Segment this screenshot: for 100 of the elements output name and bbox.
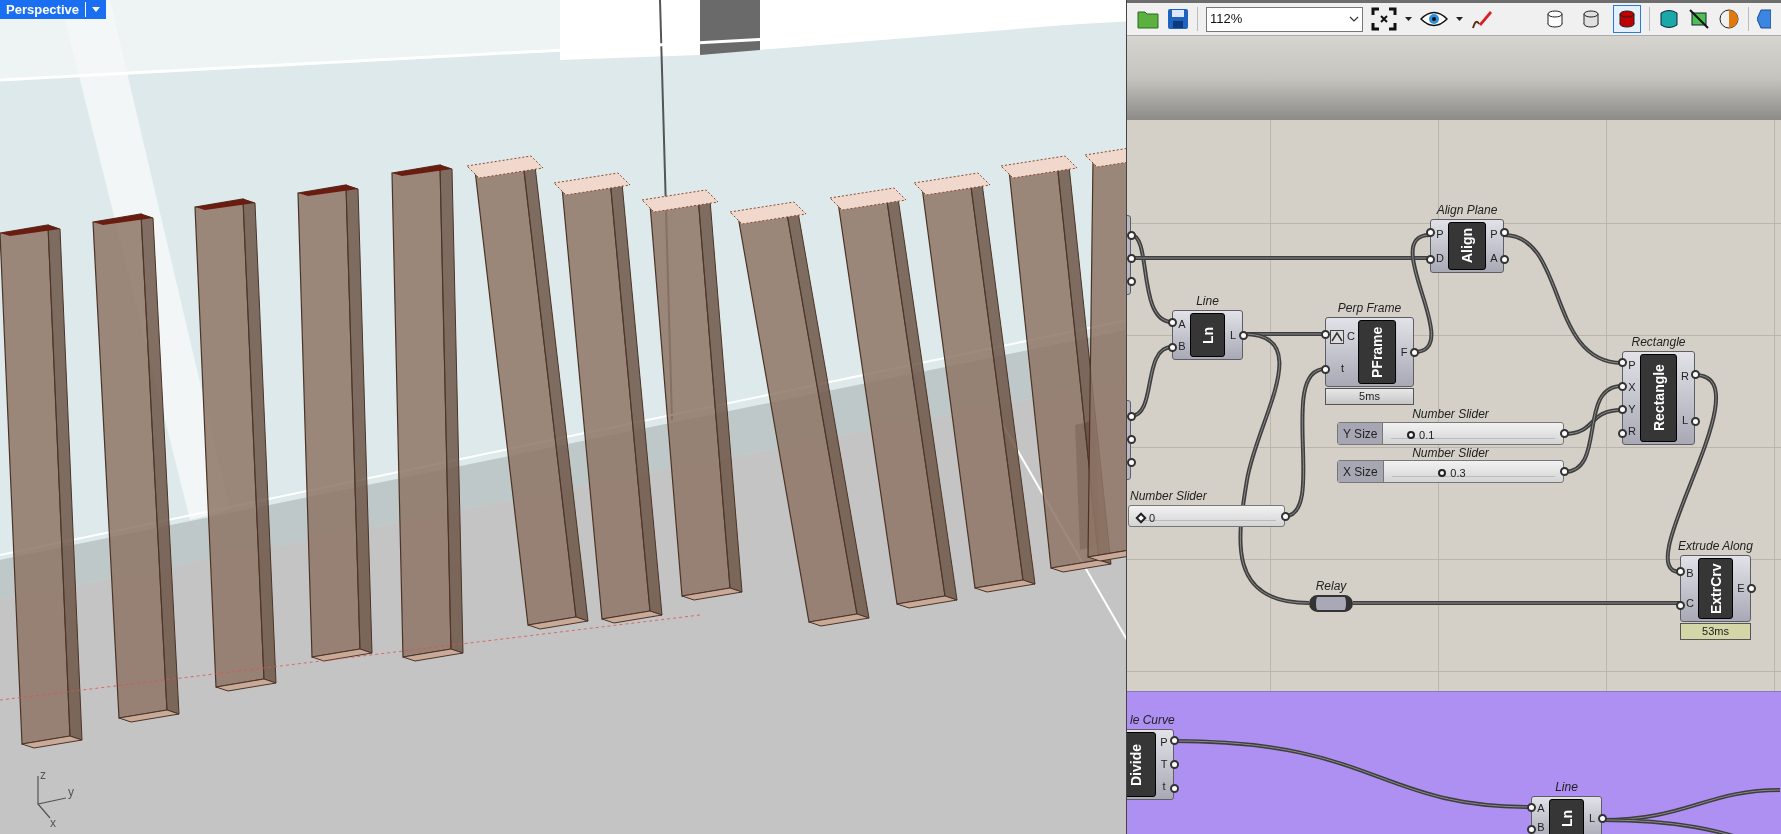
port-icon[interactable]	[1127, 411, 1136, 421]
zoom-extents-icon[interactable]	[1371, 7, 1397, 31]
output-label: F	[1400, 346, 1408, 358]
node-label: Rectangle	[1630, 335, 1687, 349]
component-node[interactable]: B C ExtrCrv E	[1680, 555, 1751, 622]
port-icon[interactable]	[1167, 343, 1177, 352]
component-node[interactable]: Divide P T t	[1127, 729, 1174, 800]
input-label: t	[1340, 363, 1344, 375]
relay-node[interactable]	[1309, 595, 1353, 612]
input-label: X	[1628, 381, 1636, 393]
node-label: Line	[1195, 294, 1220, 308]
slider-track[interactable]: 0.1	[1391, 428, 1555, 439]
output-label: L	[1588, 812, 1596, 824]
port-icon[interactable]	[1280, 511, 1290, 521]
port-icon[interactable]	[1559, 429, 1569, 438]
slider-thumb[interactable]	[1135, 512, 1147, 524]
port-icon[interactable]	[1169, 760, 1179, 769]
node-label: Extrude Along	[1677, 539, 1754, 553]
node-label: Relay	[1314, 579, 1348, 593]
node-label: Number Slider	[1130, 489, 1207, 503]
port-icon[interactable]	[1127, 276, 1136, 286]
nickname-label: Ln	[1190, 313, 1225, 357]
port-icon[interactable]	[1617, 358, 1627, 368]
node-label: Number Slider	[1411, 446, 1490, 460]
nickname-label: ExtrCrv	[1698, 558, 1733, 619]
port-icon[interactable]	[1617, 381, 1627, 391]
timing-label: 5ms	[1325, 388, 1414, 405]
input-label: P	[1436, 228, 1444, 240]
hexagon-icon[interactable]	[1757, 8, 1771, 30]
group-background[interactable]	[1127, 691, 1781, 834]
eye-icon[interactable]	[1420, 10, 1448, 28]
port-icon[interactable]	[1409, 347, 1419, 357]
port-icon[interactable]	[1238, 330, 1248, 340]
port-icon[interactable]	[1746, 584, 1756, 593]
number-slider[interactable]: Y Size 0.1	[1337, 422, 1564, 445]
slider-thumb[interactable]	[1407, 431, 1415, 439]
sphere-icon[interactable]	[1718, 8, 1740, 30]
axis-label: x	[50, 816, 56, 830]
port-icon[interactable]	[1425, 255, 1435, 264]
caret-icon[interactable]	[1405, 17, 1412, 21]
port-icon[interactable]	[1127, 434, 1136, 444]
port-icon[interactable]	[1526, 802, 1536, 812]
pencil-icon[interactable]	[1471, 8, 1493, 30]
number-slider[interactable]: X Size 0.3	[1337, 460, 1564, 483]
port-icon[interactable]	[1167, 318, 1177, 327]
port-icon[interactable]	[1675, 600, 1685, 610]
node-label: Line	[1554, 780, 1579, 794]
surface-icon[interactable]	[1658, 8, 1680, 30]
nickname-label: PFrame	[1357, 320, 1396, 384]
port-icon[interactable]	[1617, 428, 1627, 438]
port-icon[interactable]	[1690, 417, 1700, 426]
save-icon[interactable]	[1167, 8, 1189, 30]
output-label: P	[1490, 228, 1498, 240]
port-icon[interactable]	[1690, 370, 1700, 379]
port-icon[interactable]	[1127, 457, 1136, 467]
output-label: t	[1162, 780, 1166, 792]
nickname-label: Rectangle	[1640, 354, 1677, 442]
input-label: C	[1686, 598, 1694, 610]
port-icon[interactable]	[1169, 736, 1179, 746]
nickname-label: Divide	[1127, 732, 1156, 797]
output-label: L	[1681, 414, 1689, 426]
component-node[interactable]: P X Y R Rectangle R L	[1622, 351, 1695, 445]
port-icon[interactable]	[1320, 330, 1330, 339]
slider-track[interactable]: 0.3	[1391, 466, 1555, 477]
input-label: B	[1537, 822, 1545, 833]
3d-viewport[interactable]: Perspective z y x	[0, 0, 1127, 834]
axis-label: y	[68, 785, 74, 799]
port-icon[interactable]	[1127, 253, 1136, 263]
slider-thumb[interactable]	[1438, 469, 1447, 477]
slider-name: Y Size	[1338, 423, 1384, 444]
folder-icon[interactable]	[1137, 8, 1159, 30]
node-label: Number Slider	[1411, 407, 1490, 421]
port-icon[interactable]	[1559, 467, 1569, 476]
component-node[interactable]: A B Ln L	[1172, 310, 1243, 360]
output-label: R	[1681, 370, 1689, 382]
port-icon[interactable]	[1526, 824, 1536, 834]
output-label: A	[1490, 252, 1498, 264]
component-node[interactable]: A B Ln L	[1531, 796, 1602, 834]
port-icon[interactable]	[1425, 228, 1435, 237]
port-icon[interactable]	[1675, 567, 1685, 577]
input-label: P	[1628, 359, 1636, 371]
caret-icon[interactable]	[1456, 17, 1463, 21]
port-icon[interactable]	[1169, 783, 1179, 793]
timing-label: 53ms	[1680, 623, 1751, 640]
component-node[interactable]: P D Align P A	[1430, 219, 1504, 273]
port-icon[interactable]	[1597, 813, 1607, 823]
input-label: Y	[1628, 403, 1636, 415]
preview-mode-button[interactable]	[1613, 5, 1641, 33]
component-node[interactable]: C t PFrame F	[1325, 317, 1414, 387]
port-icon[interactable]	[1127, 230, 1136, 240]
zoom-dropdown[interactable]: 112%	[1206, 6, 1363, 32]
input-label: A	[1537, 803, 1545, 814]
port-icon[interactable]	[1499, 255, 1509, 264]
port-icon[interactable]	[1320, 365, 1330, 374]
slider-track[interactable]: 0	[1137, 511, 1276, 521]
port-icon[interactable]	[1499, 228, 1509, 237]
view-label-tab[interactable]: Perspective	[0, 0, 106, 19]
port-icon[interactable]	[1617, 405, 1627, 415]
number-slider[interactable]: 0	[1128, 505, 1285, 527]
input-label: A	[1178, 318, 1186, 330]
